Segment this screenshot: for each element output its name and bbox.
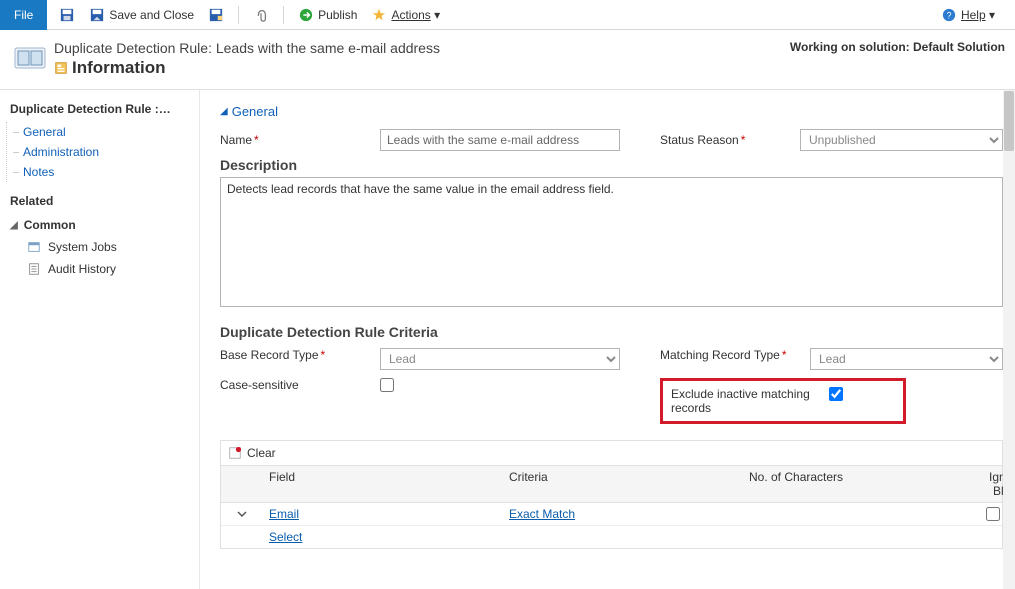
save-and-close-label: Save and Close	[109, 8, 194, 22]
exclude-inactive-highlight: Exclude inactive matching records	[660, 378, 906, 424]
related-heading: Related	[0, 182, 199, 214]
sidebar-item-administration[interactable]: Administration	[7, 142, 199, 162]
toolbar: File Save and Close	[0, 0, 1015, 30]
audit-history-icon	[26, 261, 42, 277]
field-link[interactable]: Email	[263, 507, 299, 521]
attach-button[interactable]	[249, 0, 273, 30]
scrollbar[interactable]	[1003, 90, 1015, 589]
criteria-title: Duplicate Detection Rule Criteria	[220, 310, 1003, 348]
exclude-inactive-label: Exclude inactive matching records	[671, 387, 811, 415]
sidebar: Duplicate Detection Rule :… General Admi…	[0, 90, 200, 589]
matching-record-type-select[interactable]: Lead	[810, 348, 1003, 370]
criteria-table: Clear Field Criteria No. of Characters I…	[220, 440, 1003, 549]
toolbar-separator	[238, 6, 239, 24]
entity-icon	[14, 42, 46, 74]
scrollbar-thumb[interactable]	[1004, 91, 1014, 151]
exclude-inactive-checkbox[interactable]	[829, 387, 843, 401]
form-icon	[54, 61, 68, 75]
content: Duplicate Detection Rule :… General Admi…	[0, 89, 1015, 589]
page-header: Duplicate Detection Rule: Leads with the…	[0, 30, 1015, 89]
actions-icon	[371, 7, 387, 23]
sidebar-item-notes[interactable]: Notes	[7, 162, 199, 182]
criteria-table-header: Field Criteria No. of Characters Ignore …	[221, 466, 1002, 503]
help-icon: ?	[941, 7, 957, 23]
name-field[interactable]	[380, 129, 620, 151]
base-record-type-label: Base Record Type*	[220, 348, 380, 362]
save-new-icon	[208, 7, 224, 23]
caret-down-icon: ◢	[10, 220, 18, 231]
file-menu[interactable]: File	[0, 0, 47, 30]
save-and-close-button[interactable]: Save and Close	[85, 0, 198, 30]
actions-menu[interactable]: Actions ▾	[367, 0, 444, 30]
sidebar-title: Duplicate Detection Rule :…	[0, 98, 199, 122]
sidebar-item-general[interactable]: General	[7, 122, 199, 142]
save-button[interactable]	[55, 0, 79, 30]
criteria-link[interactable]: Exact Match	[503, 507, 575, 521]
audit-history-label: Audit History	[48, 262, 116, 276]
save-icon	[59, 7, 75, 23]
page-subtitle: Information	[72, 58, 166, 78]
col-criteria: Criteria	[503, 470, 743, 498]
row-handle[interactable]	[221, 509, 263, 519]
description-field[interactable]	[220, 177, 1003, 307]
save-close-icon	[89, 7, 105, 23]
paperclip-icon	[253, 7, 269, 23]
system-jobs-icon	[26, 239, 42, 255]
clear-icon	[227, 445, 243, 461]
section-general-label: General	[232, 104, 278, 119]
select-field-link[interactable]: Select	[263, 530, 302, 544]
common-label: Common	[24, 218, 76, 232]
system-jobs-label: System Jobs	[48, 240, 117, 254]
caret-down-icon: ◢	[220, 106, 228, 117]
case-sensitive-checkbox[interactable]	[380, 378, 394, 392]
save-and-new-button[interactable]	[204, 0, 228, 30]
clear-button[interactable]: Clear	[221, 441, 1002, 466]
status-reason-select[interactable]: Unpublished	[800, 129, 1003, 151]
col-nochars: No. of Characters	[743, 470, 983, 498]
clear-label: Clear	[247, 446, 276, 460]
sidebar-item-system-jobs[interactable]: System Jobs	[0, 236, 199, 258]
svg-text:?: ?	[947, 10, 952, 20]
base-record-type-select[interactable]: Lead	[380, 348, 620, 370]
publish-button[interactable]: Publish	[294, 0, 361, 30]
criteria-row: Email Exact Match	[221, 503, 1002, 525]
chevron-down-icon	[237, 509, 247, 519]
publish-label: Publish	[318, 8, 357, 22]
matching-record-type-label: Matching Record Type*	[660, 348, 810, 362]
publish-icon	[298, 7, 314, 23]
case-sensitive-label: Case-sensitive	[220, 378, 380, 392]
status-reason-label: Status Reason*	[660, 133, 800, 147]
col-field: Field	[263, 470, 503, 498]
description-label: Description	[220, 151, 1003, 177]
criteria-row: Select	[221, 526, 1002, 548]
sidebar-common-toggle[interactable]: ◢ Common	[0, 214, 199, 236]
main-panel: ◢ General Name* Status Reason* Unpublish…	[200, 90, 1015, 589]
help-menu[interactable]: ? Help ▾	[937, 0, 999, 30]
help-label: Help ▾	[961, 8, 995, 22]
toolbar-separator	[283, 6, 284, 24]
name-label: Name*	[220, 133, 380, 147]
solution-label: Working on solution: Default Solution	[790, 40, 1005, 54]
page-title: Duplicate Detection Rule: Leads with the…	[54, 40, 440, 56]
section-general[interactable]: ◢ General	[220, 100, 1003, 129]
sidebar-item-audit-history[interactable]: Audit History	[0, 258, 199, 280]
ignore-blank-checkbox[interactable]	[986, 507, 1000, 521]
actions-label: Actions ▾	[391, 8, 440, 22]
